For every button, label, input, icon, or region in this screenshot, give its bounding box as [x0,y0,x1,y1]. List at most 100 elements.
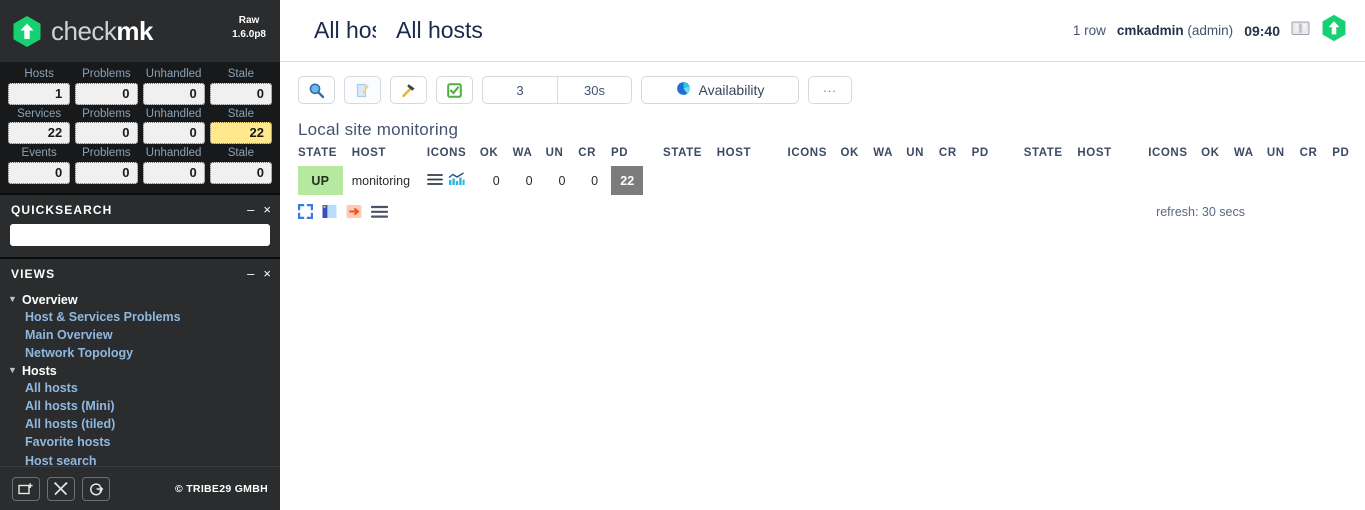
table-title: Local site monitoring [298,120,459,139]
book-icon[interactable] [1291,20,1310,41]
hamburger-menu-icon[interactable] [427,173,443,189]
wato-button[interactable] [390,76,427,104]
tools-icon[interactable] [47,476,75,501]
chevron-down-icon[interactable]: ▼ [8,366,22,375]
expand-icon[interactable] [298,204,313,219]
cell-un[interactable]: 0 [545,166,579,195]
col-icons-1[interactable]: ICONS [427,147,480,166]
col-pd-3[interactable]: PD [1332,147,1365,166]
tactical-value-host-stale[interactable]: 0 [209,82,272,105]
cell-host[interactable]: monitoring [342,166,427,195]
col-icons-3[interactable]: ICONS [1148,147,1201,166]
col-state-1[interactable]: STATE [298,147,343,166]
availability-button-group: Availability [641,76,799,104]
export-icon[interactable] [346,204,362,219]
copyright-text: © TRIBE29 GMBH [174,482,268,495]
tactical-value-service-unhandled[interactable]: 0 [142,122,205,145]
edit-view-icon [356,83,369,97]
cell-wa[interactable]: 0 [512,166,546,195]
col-host-1[interactable]: HOST [343,147,427,166]
col-host-3[interactable]: HOST [1068,147,1148,166]
tactical-cell: Unhandled 0 [142,145,205,184]
cell-ok[interactable]: 0 [479,166,513,195]
checkbox-button-group [436,76,473,104]
tactical-value-host-unhandled[interactable]: 0 [142,82,205,105]
list-icon[interactable] [371,205,388,219]
sidebar-item-favorite-hosts[interactable]: Favorite hosts [0,433,280,451]
column-count-button[interactable]: 3 [482,76,557,104]
quicksearch-input[interactable] [10,223,270,246]
availability-label: Availability [698,82,765,98]
table-row[interactable]: UP monitoring 0 0 0 0 22 [298,166,1365,195]
add-snapin-icon[interactable] [12,476,40,501]
close-icon[interactable]: × [263,267,271,280]
search-button[interactable] [298,76,335,104]
refresh-options-group: 3 30s [482,76,632,104]
close-icon[interactable]: × [263,203,271,216]
minimize-icon[interactable]: – [247,203,254,216]
tactical-label: Unhandled [145,107,202,120]
col-un-1[interactable]: UN [546,147,579,166]
magnifier-icon [309,82,325,98]
col-un-3[interactable]: UN [1267,147,1300,166]
sidebar-item-all-hosts[interactable]: All hosts [0,379,280,397]
view-group-overview[interactable]: ▼ Overview [0,292,280,308]
col-pd-1[interactable]: PD [611,147,644,166]
minimize-icon[interactable]: – [247,267,254,280]
col-cr-1[interactable]: CR [578,147,611,166]
col-cr-3[interactable]: CR [1300,147,1333,166]
refresh-interval-button[interactable]: 30s [557,76,632,104]
checkmk-hexagon-logo-icon[interactable] [1321,14,1347,47]
tactical-value-service-stale[interactable]: 22 [209,122,272,145]
availability-button[interactable]: Availability [641,76,799,104]
cell-pd[interactable]: 22 [610,166,644,195]
sidebar-logo-area[interactable]: checkmk Raw 1.6.0p8 [0,0,280,62]
more-button[interactable]: ... [808,76,852,104]
col-un-2[interactable]: UN [906,147,939,166]
tactical-cell: Stale 0 [209,145,272,184]
logout-icon[interactable] [82,476,110,501]
tactical-cell: Problems 0 [75,106,138,145]
tactical-value-event-stale[interactable]: 0 [209,161,272,184]
col-wa-3[interactable]: WA [1234,147,1267,166]
cell-state[interactable]: UP [298,166,343,195]
tactical-label: Problems [82,107,131,120]
chevron-down-icon[interactable]: ▼ [8,295,22,304]
edit-view-button[interactable] [344,76,381,104]
bar-chart-icon[interactable] [448,172,465,189]
col-pd-2[interactable]: PD [972,147,1005,166]
hammer-icon [402,83,415,97]
sidebar-item-all-hosts-mini[interactable]: All hosts (Mini) [0,397,280,415]
sidebar-item-network-topology[interactable]: Network Topology [0,344,280,362]
tactical-label: Hosts [24,68,54,80]
col-wa-2[interactable]: WA [873,147,906,166]
col-ok-2[interactable]: OK [841,147,874,166]
sidebar-item-host-services-problems[interactable]: Host & Services Problems [0,308,280,326]
checkbox-icon [447,82,462,98]
col-ok-1[interactable]: OK [480,147,513,166]
tactical-value-services[interactable]: 22 [8,122,71,145]
col-state-3[interactable]: STATE [1024,147,1069,166]
main-content: All hosts All hosts 1 row cmkadmin (admi… [280,0,1365,510]
tactical-overview: Hosts 1 Problems 0 Unhandled 0 Stale 0 S… [0,62,280,193]
tactical-value-host-problems[interactable]: 0 [75,82,138,105]
tactical-value-event-unhandled[interactable]: 0 [142,161,205,184]
col-ok-3[interactable]: OK [1201,147,1234,166]
tactical-value-service-problems[interactable]: 0 [75,122,138,145]
col-wa-1[interactable]: WA [513,147,546,166]
tactical-value-event-problems[interactable]: 0 [75,161,138,184]
col-host-2[interactable]: HOST [708,147,788,166]
checkbox-button[interactable] [436,76,473,104]
col-state-2[interactable]: STATE [663,147,708,166]
col-cr-2[interactable]: CR [939,147,972,166]
tactical-value-events[interactable]: 0 [8,161,71,184]
cell-cr[interactable]: 0 [578,166,611,195]
sidebar-item-main-overview[interactable]: Main Overview [0,326,280,344]
col-icons-2[interactable]: ICONS [788,147,841,166]
sidebar-item-all-hosts-tiled[interactable]: All hosts (tiled) [0,415,280,433]
edit-view-button-group [344,76,381,104]
tactical-value-hosts[interactable]: 1 [8,82,71,105]
column-layout-icon[interactable] [322,204,337,219]
view-group-hosts[interactable]: ▼ Hosts [0,363,280,379]
version-number: 1.6.0p8 [232,28,266,40]
